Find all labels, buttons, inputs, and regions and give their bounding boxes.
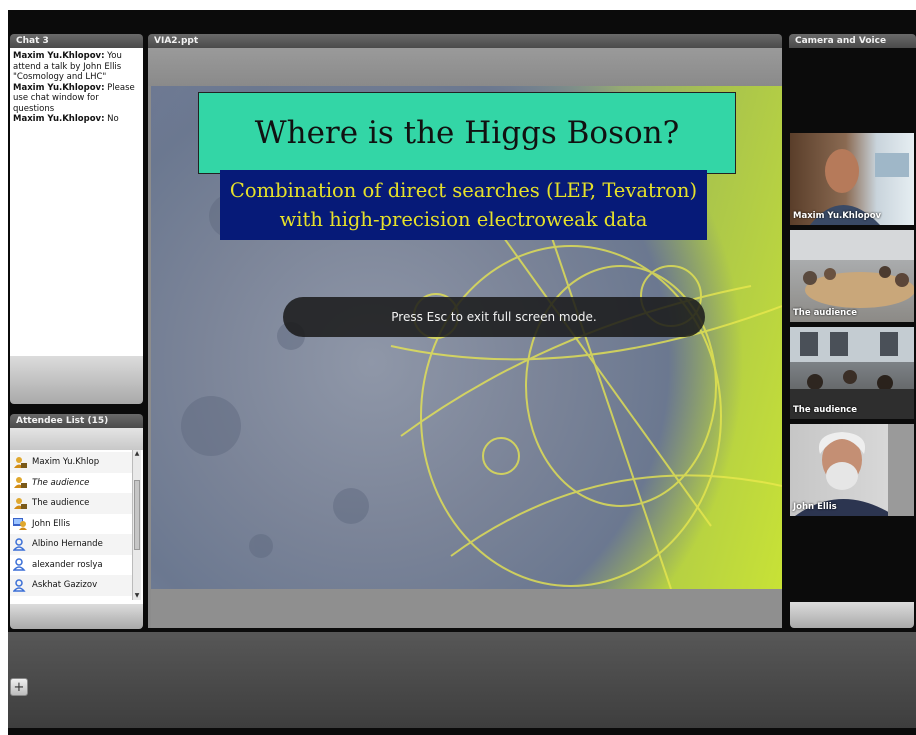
attendee-list: Maxim Yu.Khlop The audience The audience… (10, 452, 133, 596)
chat-sender: Maxim Yu.Khlopov: (13, 51, 105, 61)
attendee-name: John Ellis (32, 518, 71, 529)
attendee-item[interactable]: The audience (10, 493, 133, 514)
attendee-item[interactable]: Albino Hernande (10, 534, 133, 555)
host-icon (13, 517, 27, 531)
attendee-panel-footer (10, 604, 143, 629)
slide-heading: Where is the Higgs Boson? (254, 115, 680, 151)
attendee-item[interactable]: Askhat Gazizov (10, 575, 133, 596)
camera-panel-title: Camera and Voice (789, 34, 916, 48)
attendee-panel-title: Attendee List (15) (10, 414, 143, 428)
chat-message: Maxim Yu.Khlopov: Please use chat window… (13, 83, 140, 115)
attendee-item[interactable]: John Ellis (10, 514, 133, 535)
chat-messages[interactable]: Maxim Yu.Khlopov: You attend a talk by J… (10, 48, 143, 356)
chat-sender: Maxim Yu.Khlopov: (13, 114, 105, 124)
chat-message: Maxim Yu.Khlopov: You attend a talk by J… (13, 51, 140, 83)
video-feed[interactable]: The audience (790, 327, 914, 419)
presenter-icon (13, 476, 27, 489)
bottom-toolbar (8, 632, 916, 728)
scroll-thumb[interactable] (134, 480, 140, 550)
attendee-list-panel: Maxim Yu.Khlop The audience The audience… (10, 428, 143, 604)
fullscreen-exit-text: Press Esc to exit full screen mode. (391, 310, 597, 324)
video-feed-label: John Ellis (793, 502, 837, 512)
attendee-name: The audience (32, 498, 90, 509)
attendee-toolbar (10, 428, 143, 450)
chat-input-area[interactable] (10, 356, 143, 404)
slide-subtitle-line-1: Combination of direct searches (LEP, Tev… (229, 179, 698, 202)
video-feed[interactable]: The audience (790, 230, 914, 322)
video-feed[interactable]: John Ellis (790, 424, 914, 516)
slide-panel-title: VIA2.ppt (148, 34, 782, 48)
presenter-icon (13, 497, 27, 510)
slide-image: Where is the Higgs Boson? Combination of… (151, 86, 782, 589)
attendee-item[interactable]: alexander roslya (10, 555, 133, 576)
video-feed-label: The audience (793, 405, 857, 415)
chat-text: No (104, 114, 119, 124)
user-icon (12, 579, 27, 592)
attendee-scrollbar[interactable]: ▲ ▼ (132, 450, 141, 600)
scroll-up-icon[interactable]: ▲ (133, 450, 141, 458)
slide-top-margin (148, 48, 782, 86)
chat-sender: Maxim Yu.Khlopov: (13, 82, 105, 93)
slide-subtitle-line-2: with high-precision electroweak data (279, 208, 648, 231)
presenter-icon (13, 456, 27, 469)
attendee-item[interactable]: Maxim Yu.Khlop (10, 452, 133, 473)
attendee-name: alexander roslya (32, 559, 103, 570)
video-feed-label: Maxim Yu.Khlopov (793, 211, 882, 221)
attendee-name: Maxim Yu.Khlop (32, 457, 100, 468)
camera-panel-footer (790, 602, 914, 628)
video-feed[interactable]: Maxim Yu.Khlopov (790, 133, 914, 225)
chat-panel-title: Chat 3 (10, 34, 143, 48)
video-feed-label: The audience (793, 308, 857, 318)
add-pod-button[interactable]: + (10, 678, 28, 696)
attendee-name: Askhat Gazizov (32, 580, 98, 591)
slide-viewer[interactable]: Where is the Higgs Boson? Combination of… (148, 48, 782, 628)
user-icon (12, 538, 27, 551)
user-icon (12, 558, 27, 571)
fullscreen-exit-notice: Press Esc to exit full screen mode. (283, 297, 705, 337)
attendee-item[interactable]: The audience (10, 473, 133, 494)
scroll-down-icon[interactable]: ▼ (133, 592, 141, 600)
slide-bottom-margin (151, 589, 782, 628)
attendee-name: Albino Hernande (32, 539, 103, 550)
slide-subtitle-box: Combination of direct searches (LEP, Tev… (220, 170, 707, 240)
chat-message: Maxim Yu.Khlopov: No (13, 114, 140, 125)
slide-heading-box: Where is the Higgs Boson? (198, 92, 736, 174)
attendee-name: The audience (32, 477, 90, 488)
